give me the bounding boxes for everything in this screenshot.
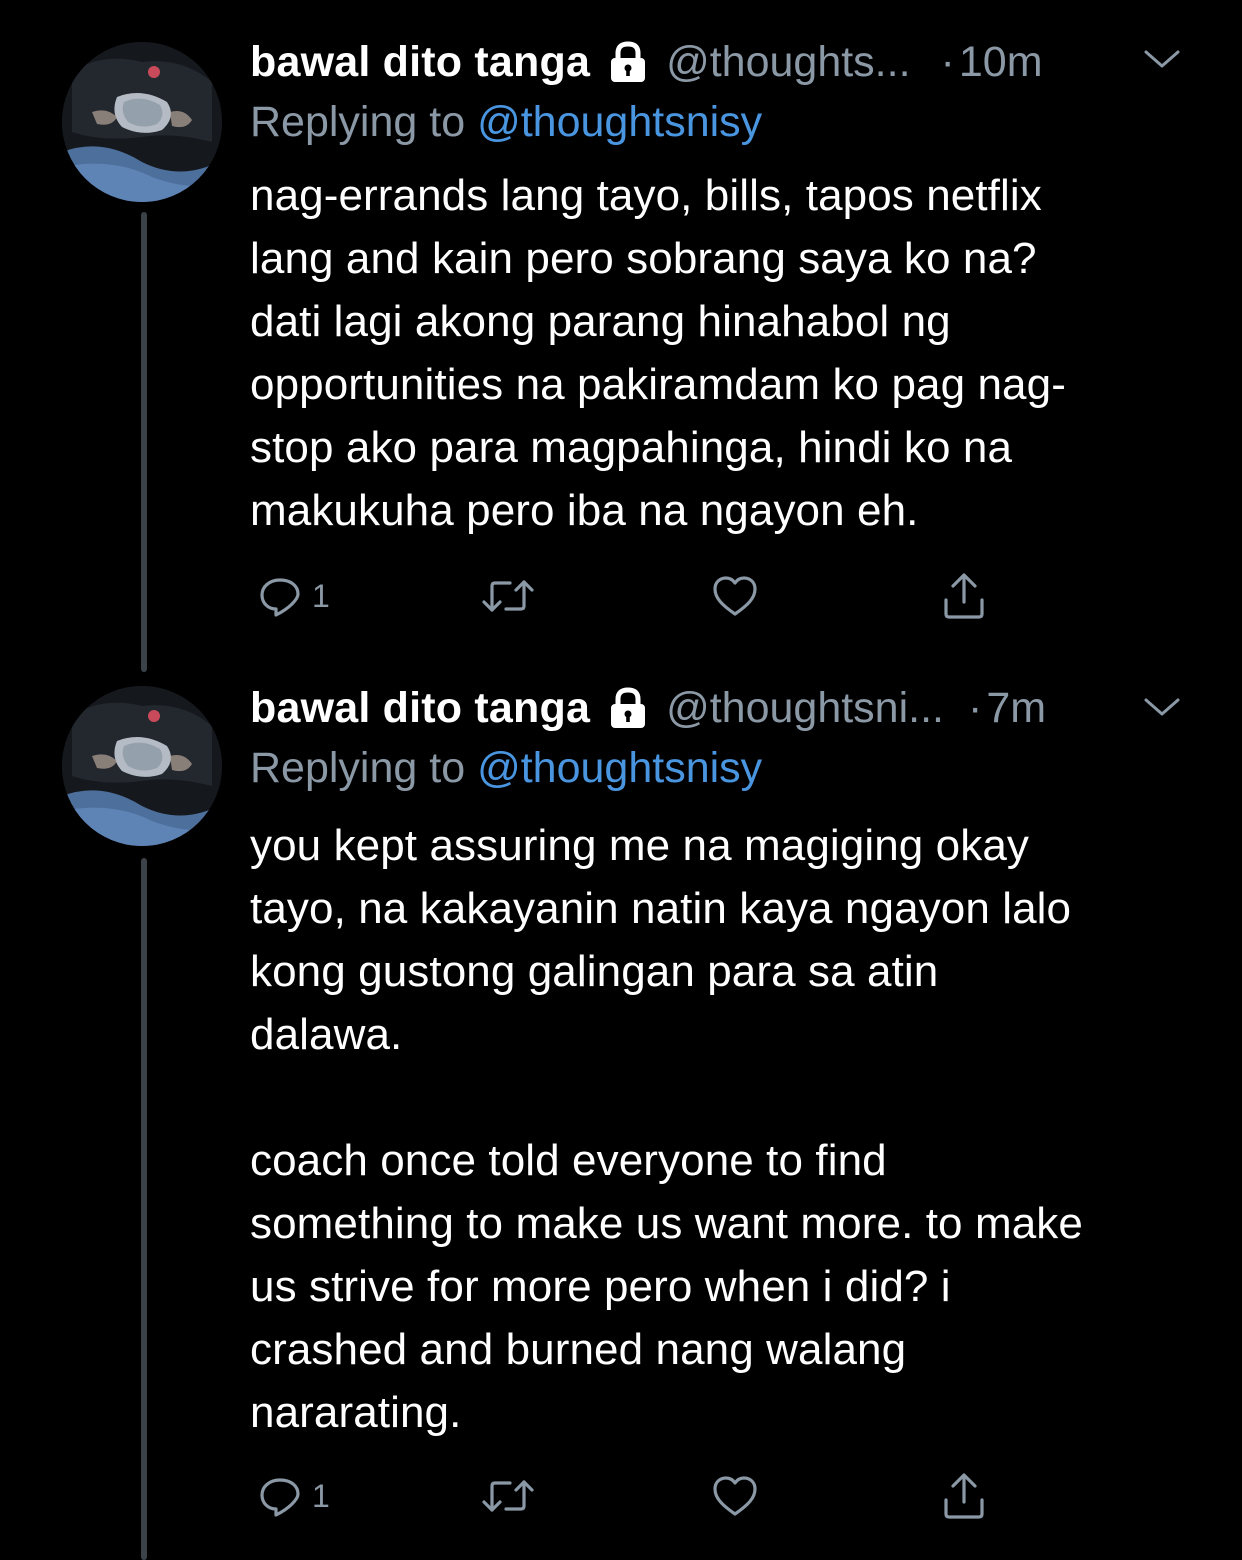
tweet[interactable]: bawal dito tanga @thoughtsni... · 7m Rep…	[0, 648, 1242, 1560]
heart-icon	[710, 572, 760, 620]
mention-link[interactable]: @thoughtsnisy	[477, 744, 762, 792]
lock-icon	[606, 39, 650, 85]
reply-count: 1	[312, 1477, 330, 1514]
timestamp[interactable]: 7m	[986, 680, 1046, 736]
replying-to: Replying to @thoughtsnisy	[250, 740, 762, 796]
author-handle[interactable]: @thoughtsni...	[666, 680, 944, 736]
heart-icon	[710, 1472, 760, 1520]
share-icon	[940, 1470, 988, 1522]
avatar[interactable]	[62, 42, 222, 202]
tweet-header: bawal dito tanga @thoughts... · 10m	[250, 34, 1043, 90]
replying-to: Replying to @thoughtsnisy	[250, 94, 762, 150]
reply-button[interactable]: 1	[256, 566, 330, 626]
like-button[interactable]	[710, 566, 760, 626]
timestamp[interactable]: 10m	[959, 34, 1043, 90]
lock-icon	[606, 685, 650, 731]
author-handle[interactable]: @thoughts...	[666, 34, 910, 90]
author-name[interactable]: bawal dito tanga	[250, 34, 590, 90]
reply-icon	[256, 572, 304, 620]
tweet[interactable]: bawal dito tanga @thoughts... · 10m Repl…	[0, 0, 1242, 660]
separator-dot: ·	[940, 38, 955, 86]
tweet-text: nag-errands lang tayo, bills, tapos netf…	[250, 171, 1066, 535]
reply-count: 1	[312, 577, 330, 614]
chevron-down-icon[interactable]	[1142, 44, 1182, 74]
replying-label: Replying to	[250, 98, 478, 146]
tweet-actions: 1	[250, 566, 1010, 626]
share-button[interactable]	[940, 566, 988, 626]
tweet-actions: 1	[250, 1466, 1010, 1526]
reply-icon	[256, 1472, 304, 1520]
like-button[interactable]	[710, 1466, 760, 1526]
tweet-header: bawal dito tanga @thoughtsni... · 7m	[250, 680, 1046, 736]
mention-link[interactable]: @thoughtsnisy	[477, 98, 762, 146]
author-name[interactable]: bawal dito tanga	[250, 680, 590, 736]
retweet-icon	[480, 572, 536, 620]
retweet-icon	[480, 1472, 536, 1520]
separator-dot: ·	[968, 684, 983, 732]
retweet-button[interactable]	[480, 566, 536, 626]
replying-label: Replying to	[250, 744, 478, 792]
chevron-down-icon[interactable]	[1142, 692, 1182, 722]
retweet-button[interactable]	[480, 1466, 536, 1526]
share-button[interactable]	[940, 1466, 988, 1526]
tweet-text: you kept assuring me na magiging okay ta…	[250, 821, 1083, 1437]
share-icon	[940, 570, 988, 622]
reply-button[interactable]: 1	[256, 1466, 330, 1526]
avatar[interactable]	[62, 686, 222, 846]
